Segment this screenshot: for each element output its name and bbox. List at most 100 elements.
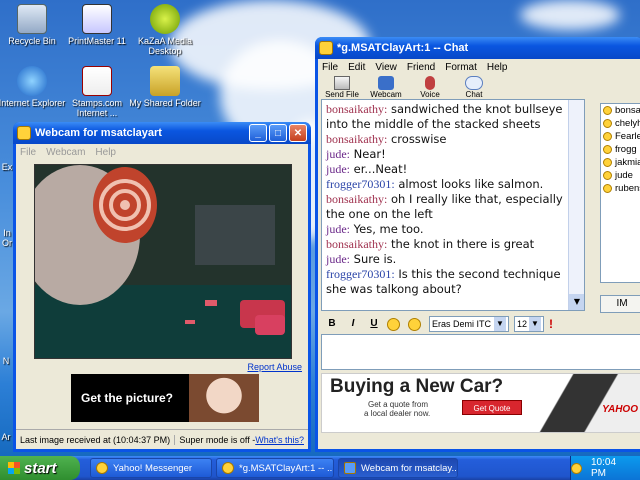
desktop-icon-stamps[interactable]: Stamps.com Internet ... bbox=[60, 66, 134, 118]
italic-button[interactable]: I bbox=[345, 316, 361, 332]
shared-folder-icon bbox=[150, 66, 180, 96]
webcam-titlebar[interactable]: Webcam for msatclayart _ □ ✕ bbox=[13, 122, 311, 144]
chat-bubbles-icon bbox=[465, 76, 483, 90]
font-size-select[interactable]: 12 ▼ bbox=[514, 316, 544, 332]
close-button[interactable]: ✕ bbox=[289, 124, 307, 142]
room-user-item[interactable]: jakmia bbox=[601, 156, 640, 169]
chevron-down-icon: ▼ bbox=[494, 317, 506, 331]
printmaster-icon bbox=[82, 4, 112, 34]
recycle-bin-icon bbox=[17, 4, 47, 34]
whats-this-link[interactable]: What's this? bbox=[255, 435, 308, 445]
room-user-name: rubens bbox=[615, 183, 640, 194]
desktop-icon-recycle-bin[interactable]: Recycle Bin bbox=[0, 4, 69, 46]
format-toolbar: B I U Eras Demi ITC ▼ 12 ▼ ! bbox=[324, 316, 553, 332]
internet-explorer-icon bbox=[17, 66, 47, 96]
cloud-decoration bbox=[520, 0, 620, 30]
ad-get-quote-button[interactable]: Get Quote bbox=[462, 400, 522, 415]
room-user-item[interactable]: jude bbox=[601, 169, 640, 182]
chat-message: jude: Near! bbox=[326, 147, 566, 162]
maximize-button[interactable]: □ bbox=[269, 124, 287, 142]
menu-file[interactable]: File bbox=[322, 62, 338, 73]
user-smiley-icon bbox=[603, 106, 612, 115]
room-user-name: jakmia bbox=[615, 157, 640, 168]
menu-file[interactable]: File bbox=[20, 147, 36, 158]
webcam-statusbar: Last image received at (10:04:37 PM) Sup… bbox=[16, 429, 308, 449]
chat-message-text: crosswise bbox=[390, 132, 447, 146]
messenger-tray-icon[interactable] bbox=[571, 462, 582, 474]
font-name-select[interactable]: Eras Demi ITC ▼ bbox=[429, 316, 509, 332]
desktop-icon-internet-explorer[interactable]: Internet Explorer bbox=[0, 66, 69, 108]
user-smiley-icon bbox=[603, 171, 612, 180]
microphone-icon bbox=[425, 76, 435, 90]
clock[interactable]: 10:04 PM bbox=[591, 457, 632, 479]
user-smiley-icon bbox=[603, 184, 612, 193]
chat-message: frogger70301: Is this the second techniq… bbox=[326, 267, 566, 297]
room-user-name: jude bbox=[615, 170, 633, 181]
minimize-button[interactable]: _ bbox=[249, 124, 267, 142]
webcam-scene bbox=[35, 165, 291, 358]
bold-button[interactable]: B bbox=[324, 316, 340, 332]
ad-face-image bbox=[189, 374, 259, 422]
ad-headline: Buying a New Car? bbox=[330, 376, 504, 397]
start-button[interactable]: start bbox=[0, 456, 80, 480]
menu-help[interactable]: Help bbox=[487, 62, 508, 73]
message-input[interactable] bbox=[321, 334, 640, 370]
chat-window-icon bbox=[222, 462, 234, 474]
chat-message-text: Sure is. bbox=[353, 252, 397, 266]
windows-logo-icon bbox=[8, 462, 20, 474]
chat-message: bonsaikathy: oh I really like that, espe… bbox=[326, 192, 566, 222]
chat-log: bonsaikathy: sandwiched the knot bullsey… bbox=[321, 99, 585, 311]
webcam-window: Webcam for msatclayart _ □ ✕ File Webcam… bbox=[13, 122, 311, 452]
room-user-item[interactable]: rubens bbox=[601, 182, 640, 195]
menu-friend[interactable]: Friend bbox=[407, 62, 435, 73]
im-button[interactable]: IM bbox=[600, 295, 640, 313]
report-abuse-link[interactable]: Report Abuse bbox=[247, 362, 302, 372]
cool-emoticon-icon[interactable] bbox=[408, 317, 421, 331]
menu-format[interactable]: Format bbox=[445, 62, 477, 73]
menu-help[interactable]: Help bbox=[95, 147, 116, 158]
ignore-icon[interactable]: ! bbox=[549, 317, 553, 331]
desktop-icon-shared-folder[interactable]: My Shared Folder bbox=[128, 66, 202, 108]
ad-text: Get the picture? bbox=[81, 391, 174, 405]
chat-message-sender: bonsaikathy: bbox=[326, 102, 388, 116]
chat-message-sender: frogger70301: bbox=[326, 267, 395, 281]
menu-webcam[interactable]: Webcam bbox=[46, 147, 85, 158]
scroll-down-arrow[interactable]: ▼ bbox=[569, 294, 584, 310]
desktop-icon-kazaa[interactable]: KaZaA Media Desktop bbox=[128, 4, 202, 56]
room-user-item[interactable]: Fearle bbox=[601, 130, 640, 143]
chat-message: frogger70301: almost looks like salmon. bbox=[326, 177, 566, 192]
chat-window-icon bbox=[319, 41, 333, 55]
chat-message: bonsaikathy: the knot in there is great bbox=[326, 237, 566, 252]
last-image-status: Last image received at (10:04:37 PM) bbox=[16, 434, 176, 445]
chat-message-sender: jude: bbox=[326, 222, 350, 236]
chat-message: bonsaikathy: crosswise bbox=[326, 132, 566, 147]
chat-ad-banner[interactable]: Buying a New Car? Get a quote from a loc… bbox=[321, 373, 640, 433]
room-user-item[interactable]: frogg bbox=[601, 143, 640, 156]
user-smiley-icon bbox=[603, 132, 612, 141]
room-user-name: chelyh bbox=[615, 118, 640, 129]
taskbar-item-webcam[interactable]: Webcam for msatclay... bbox=[338, 458, 458, 478]
desktop-icon-label: KaZaA Media Desktop bbox=[137, 36, 193, 56]
chat-message: jude: er...Neat! bbox=[326, 162, 566, 177]
user-smiley-icon bbox=[603, 158, 612, 167]
room-user-item[interactable]: chelyh bbox=[601, 117, 640, 130]
menu-view[interactable]: View bbox=[375, 62, 397, 73]
yahoo-messenger-icon bbox=[96, 462, 108, 474]
chat-message-sender: bonsaikathy: bbox=[326, 237, 388, 251]
user-smiley-icon bbox=[603, 119, 612, 128]
taskbar-item-chat[interactable]: *g.MSATClayArt:1 -- ... bbox=[216, 458, 334, 478]
webcam-ad-banner[interactable]: Get the picture? bbox=[71, 374, 259, 422]
send-file-icon bbox=[334, 76, 350, 90]
chat-message-text: Near! bbox=[353, 147, 386, 161]
emoticon-icon[interactable] bbox=[387, 317, 400, 331]
chat-titlebar[interactable]: *g.MSATClayArt:1 -- Chat bbox=[315, 37, 640, 59]
ad-sub-1: Get a quote from bbox=[368, 400, 429, 409]
room-user-item[interactable]: bonsa bbox=[601, 104, 640, 117]
taskbar-item-yahoo-messenger[interactable]: Yahoo! Messenger bbox=[90, 458, 212, 478]
chat-message-text: er...Neat! bbox=[353, 162, 408, 176]
menu-edit[interactable]: Edit bbox=[348, 62, 365, 73]
desktop-icon-printmaster[interactable]: PrintMaster 11 bbox=[60, 4, 134, 46]
chat-scrollbar[interactable]: ▼ bbox=[568, 100, 584, 310]
underline-button[interactable]: U bbox=[366, 316, 382, 332]
room-user-name: frogg bbox=[615, 144, 637, 155]
